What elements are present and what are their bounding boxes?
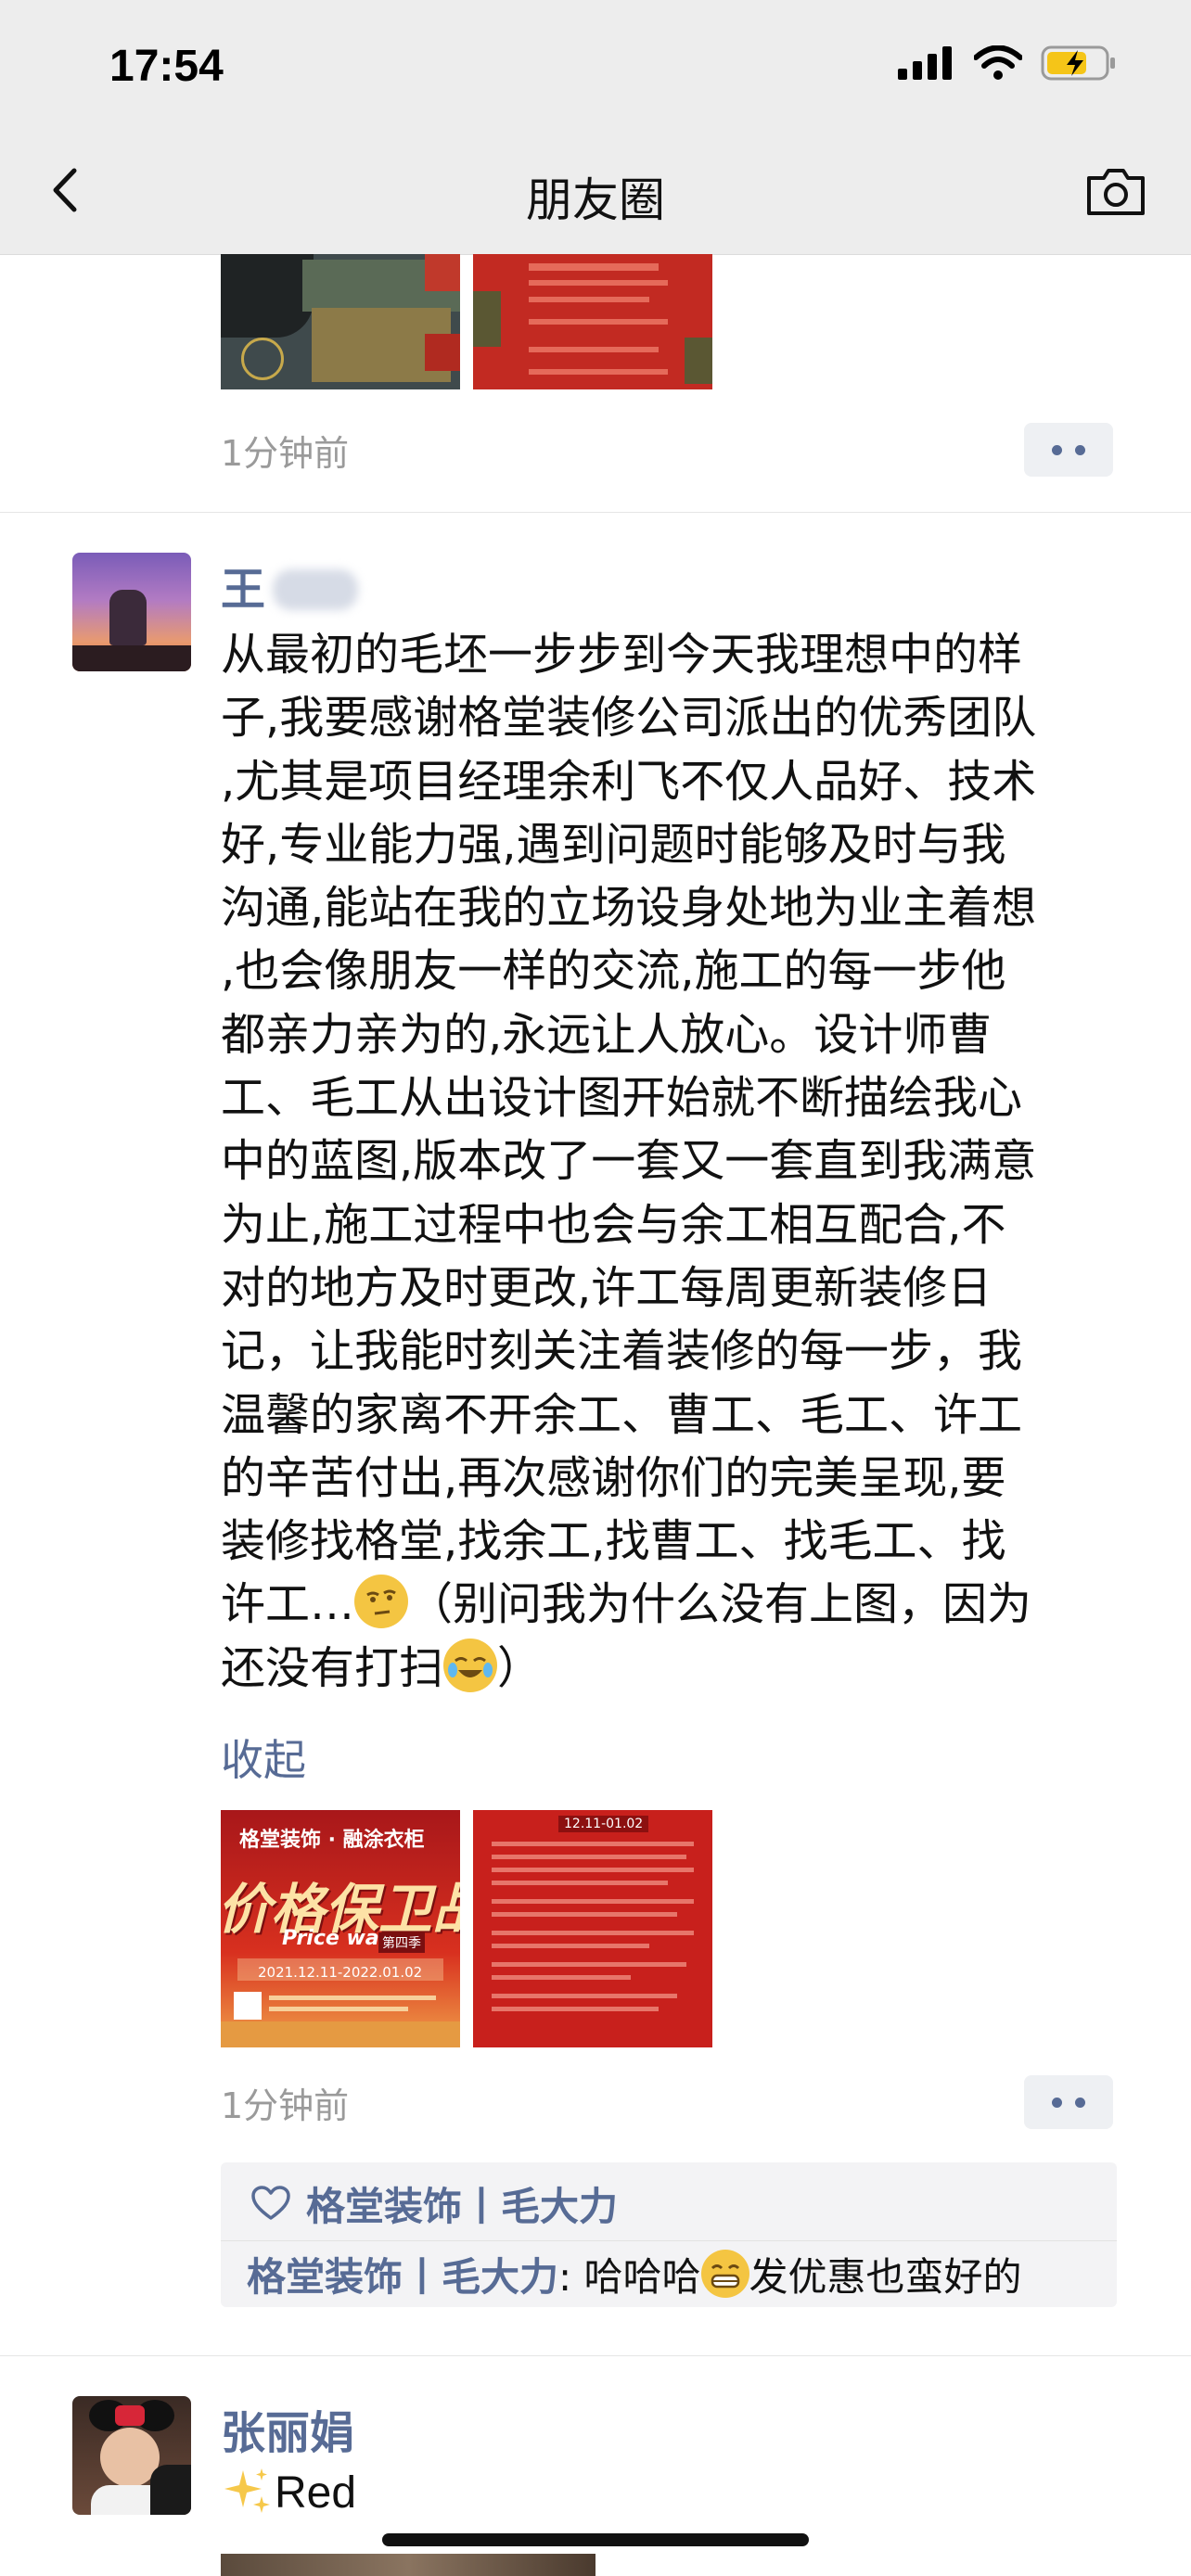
post-text-line: 温馨的家离不开余工、曹工、毛工、许工 <box>221 1388 1023 1441</box>
post-divider <box>0 2355 1191 2356</box>
post-image-poster[interactable] <box>473 254 712 389</box>
post-text-line: ,也会像朋友一样的交流,施工的每一步他 <box>221 945 1006 998</box>
post-text-line: 好,专业能力强,遇到问题时能够及时与我 <box>221 818 1006 871</box>
poster-date: 2021.12.11-2022.01.02 <box>258 1964 423 1981</box>
heart-icon <box>251 2186 290 2220</box>
avatar[interactable] <box>72 553 191 671</box>
navigation-bar: 朋友圈 <box>0 130 1191 255</box>
post-text: Red <box>221 2465 356 2519</box>
page-title: 朋友圈 <box>526 173 665 227</box>
wifi-icon <box>974 45 1022 80</box>
post-text-line: 对的地方及时更改,许工每周更新装修日 <box>221 1261 992 1314</box>
thinking-emoji-icon <box>354 1575 409 1629</box>
sparkles-icon <box>224 2468 270 2513</box>
post-text-line: ,尤其是项目经理余利飞不仅人品好、技术 <box>221 755 1037 808</box>
moments-feed[interactable]: 1分钟前 王 从最初的毛坯一步步到今天我理想中的样 子,我要感谢格堂装修公司派出… <box>0 254 1191 2576</box>
poster-brand: 格堂装饰 · 融涂衣柜 <box>239 1829 425 1852</box>
post-text-line: 工、毛工从出设计图开始就不断描绘我心 <box>221 1072 1023 1125</box>
post-text-line: 许工… （别问我为什么没有上图，因为 <box>221 1573 1111 1636</box>
post-image-promo-poster[interactable]: 格堂装饰 · 融涂衣柜 价格保卫战 Price war 第四季 2021.12.… <box>221 1810 460 2047</box>
post-text-line: 为止,施工过程中也会与余工相互配合,不 <box>221 1198 1006 1251</box>
poster-subtitle: Price war <box>282 1927 390 1950</box>
post-text-line: 中的蓝图,版本改了一套又一套直到我满意 <box>221 1135 1037 1188</box>
comment-item[interactable]: 格堂装饰丨毛大力: 哈哈哈 发优惠也蛮好的 <box>247 2246 1022 2302</box>
post-timestamp: 1分钟前 <box>221 2085 350 2126</box>
post-author-name[interactable]: 王 <box>221 553 359 618</box>
post-text-line: 记，让我能时刻关注着装修的每一步，我 <box>221 1325 1023 1378</box>
battery-charging-icon <box>1041 45 1115 81</box>
post-image-phone[interactable] <box>221 254 460 389</box>
post-timestamp: 1分钟前 <box>221 433 350 474</box>
post-image[interactable] <box>221 2554 596 2576</box>
grinning-emoji-icon <box>700 2250 749 2298</box>
likes-comments-box: 格堂装饰丨毛大力 格堂装饰丨毛大力: 哈哈哈 发优惠也蛮好的 <box>221 2162 1117 2307</box>
cellular-signal-icon <box>898 46 952 80</box>
poster-badge: 第四季 <box>378 1932 425 1953</box>
post-text-line: 子,我要感谢格堂装修公司派出的优秀团队 <box>221 692 1037 745</box>
post-text-line: 从最初的毛坯一步步到今天我理想中的样 <box>221 629 1023 681</box>
comment-author[interactable]: 格堂装饰丨毛大力 <box>247 2254 558 2300</box>
status-time: 17:54 <box>109 42 224 91</box>
laughing-crying-emoji-icon <box>443 1638 498 1692</box>
post-text-line: 的辛苦付出,再次感谢你们的完美呈现,要 <box>221 1451 1006 1504</box>
collapse-text-link[interactable]: 收起 <box>221 1727 306 1788</box>
more-actions-button[interactable] <box>1024 423 1113 477</box>
post-divider <box>0 512 1191 513</box>
avatar[interactable] <box>72 2396 191 2515</box>
camera-icon[interactable] <box>1083 161 1148 221</box>
post-text-line: 装修找格堂,找余工,找曹工、找毛工、找 <box>221 1515 1006 1568</box>
status-icons <box>898 45 1117 82</box>
poster-date-range: 12.11-01.02 <box>558 1816 649 1832</box>
post-author-name[interactable]: 张丽娟 <box>221 2396 354 2461</box>
post-image-promo-text[interactable]: 12.11-01.02 <box>473 1810 712 2047</box>
likes-row: 格堂装饰丨毛大力 <box>221 2162 1117 2241</box>
liker-name[interactable]: 格堂装饰丨毛大力 <box>306 2175 618 2232</box>
post-text: 从最初的毛坯一步步到今天我理想中的样 子,我要感谢格堂装修公司派出的优秀团队 ,… <box>221 623 1111 1700</box>
post-text-line: 还没有打扫 ） <box>221 1637 1111 1700</box>
post-text-line: 沟通,能站在我的立场设身处地为业主着想 <box>221 882 1037 935</box>
home-indicator[interactable] <box>382 2533 809 2546</box>
more-actions-button[interactable] <box>1024 2075 1113 2129</box>
post-text-line: 都亲力亲为的,永远让人放心。设计师曹 <box>221 1008 992 1061</box>
comment-text: 发优惠也蛮好的 <box>749 2254 1022 2300</box>
redacted-name-blur <box>273 569 359 610</box>
comment-text: : 哈哈哈 <box>558 2254 701 2300</box>
status-bar: 17:54 <box>0 0 1191 130</box>
